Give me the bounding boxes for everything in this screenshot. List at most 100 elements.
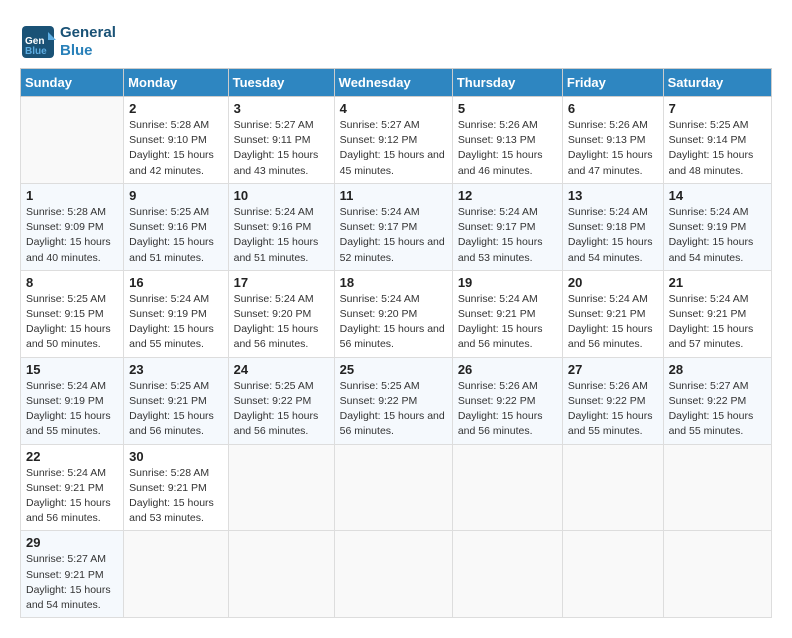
day-number: 1 — [26, 188, 118, 203]
calendar-cell: 6 Sunrise: 5:26 AMSunset: 9:13 PMDayligh… — [562, 97, 663, 184]
day-number: 27 — [568, 362, 658, 377]
calendar-cell: 23 Sunrise: 5:25 AMSunset: 9:21 PMDaylig… — [124, 357, 228, 444]
day-number: 11 — [340, 188, 447, 203]
day-number: 4 — [340, 101, 447, 116]
day-detail: Sunrise: 5:26 AMSunset: 9:22 PMDaylight:… — [458, 379, 557, 440]
calendar-cell: 29 Sunrise: 5:27 AMSunset: 9:21 PMDaylig… — [21, 531, 124, 618]
calendar-cell: 7 Sunrise: 5:25 AMSunset: 9:14 PMDayligh… — [663, 97, 771, 184]
logo-icon: Gen Blue — [20, 24, 56, 60]
day-detail: Sunrise: 5:24 AMSunset: 9:21 PMDaylight:… — [458, 292, 557, 353]
calendar-cell: 30 Sunrise: 5:28 AMSunset: 9:21 PMDaylig… — [124, 444, 228, 531]
day-number: 3 — [234, 101, 329, 116]
day-detail: Sunrise: 5:24 AMSunset: 9:19 PMDaylight:… — [669, 205, 766, 266]
day-number: 6 — [568, 101, 658, 116]
day-detail: Sunrise: 5:25 AMSunset: 9:15 PMDaylight:… — [26, 292, 118, 353]
col-tuesday: Tuesday — [228, 69, 334, 97]
calendar-cell — [452, 531, 562, 618]
calendar-cell: 24 Sunrise: 5:25 AMSunset: 9:22 PMDaylig… — [228, 357, 334, 444]
col-friday: Friday — [562, 69, 663, 97]
day-detail: Sunrise: 5:26 AMSunset: 9:22 PMDaylight:… — [568, 379, 658, 440]
day-number: 19 — [458, 275, 557, 290]
day-detail: Sunrise: 5:25 AMSunset: 9:16 PMDaylight:… — [129, 205, 222, 266]
day-detail: Sunrise: 5:24 AMSunset: 9:21 PMDaylight:… — [669, 292, 766, 353]
day-detail: Sunrise: 5:28 AMSunset: 9:10 PMDaylight:… — [129, 118, 222, 179]
calendar-cell: 26 Sunrise: 5:26 AMSunset: 9:22 PMDaylig… — [452, 357, 562, 444]
day-detail: Sunrise: 5:26 AMSunset: 9:13 PMDaylight:… — [458, 118, 557, 179]
calendar-cell: 3 Sunrise: 5:27 AMSunset: 9:11 PMDayligh… — [228, 97, 334, 184]
day-number: 29 — [26, 535, 118, 550]
calendar-cell — [452, 444, 562, 531]
day-detail: Sunrise: 5:25 AMSunset: 9:22 PMDaylight:… — [340, 379, 447, 440]
calendar-cell: 15 Sunrise: 5:24 AMSunset: 9:19 PMDaylig… — [21, 357, 124, 444]
day-number: 7 — [669, 101, 766, 116]
logo-text-line2: Blue — [60, 42, 116, 60]
calendar-cell: 27 Sunrise: 5:26 AMSunset: 9:22 PMDaylig… — [562, 357, 663, 444]
calendar-cell: 9 Sunrise: 5:25 AMSunset: 9:16 PMDayligh… — [124, 183, 228, 270]
calendar-cell: 2 Sunrise: 5:28 AMSunset: 9:10 PMDayligh… — [124, 97, 228, 184]
day-detail: Sunrise: 5:24 AMSunset: 9:17 PMDaylight:… — [340, 205, 447, 266]
calendar-cell — [124, 531, 228, 618]
day-number: 2 — [129, 101, 222, 116]
calendar-cell: 22 Sunrise: 5:24 AMSunset: 9:21 PMDaylig… — [21, 444, 124, 531]
day-detail: Sunrise: 5:28 AMSunset: 9:21 PMDaylight:… — [129, 466, 222, 527]
day-detail: Sunrise: 5:24 AMSunset: 9:19 PMDaylight:… — [26, 379, 118, 440]
day-detail: Sunrise: 5:27 AMSunset: 9:11 PMDaylight:… — [234, 118, 329, 179]
day-detail: Sunrise: 5:25 AMSunset: 9:14 PMDaylight:… — [669, 118, 766, 179]
day-number: 9 — [129, 188, 222, 203]
day-detail: Sunrise: 5:24 AMSunset: 9:17 PMDaylight:… — [458, 205, 557, 266]
calendar-cell: 14 Sunrise: 5:24 AMSunset: 9:19 PMDaylig… — [663, 183, 771, 270]
logo-text-line1: General — [60, 24, 116, 42]
day-number: 8 — [26, 275, 118, 290]
day-detail: Sunrise: 5:24 AMSunset: 9:16 PMDaylight:… — [234, 205, 329, 266]
day-detail: Sunrise: 5:28 AMSunset: 9:09 PMDaylight:… — [26, 205, 118, 266]
calendar-cell — [562, 444, 663, 531]
day-number: 16 — [129, 275, 222, 290]
day-number: 18 — [340, 275, 447, 290]
day-detail: Sunrise: 5:25 AMSunset: 9:21 PMDaylight:… — [129, 379, 222, 440]
calendar-cell: 12 Sunrise: 5:24 AMSunset: 9:17 PMDaylig… — [452, 183, 562, 270]
calendar-cell: 11 Sunrise: 5:24 AMSunset: 9:17 PMDaylig… — [334, 183, 452, 270]
day-number: 10 — [234, 188, 329, 203]
day-detail: Sunrise: 5:24 AMSunset: 9:21 PMDaylight:… — [26, 466, 118, 527]
calendar-cell — [334, 444, 452, 531]
day-number: 17 — [234, 275, 329, 290]
calendar-cell — [663, 531, 771, 618]
day-detail: Sunrise: 5:24 AMSunset: 9:19 PMDaylight:… — [129, 292, 222, 353]
calendar-cell: 28 Sunrise: 5:27 AMSunset: 9:22 PMDaylig… — [663, 357, 771, 444]
day-number: 22 — [26, 449, 118, 464]
calendar-table: Sunday Monday Tuesday Wednesday Thursday… — [20, 68, 772, 618]
day-detail: Sunrise: 5:24 AMSunset: 9:21 PMDaylight:… — [568, 292, 658, 353]
day-detail: Sunrise: 5:24 AMSunset: 9:20 PMDaylight:… — [340, 292, 447, 353]
day-number: 12 — [458, 188, 557, 203]
calendar-cell — [228, 444, 334, 531]
day-number: 26 — [458, 362, 557, 377]
col-monday: Monday — [124, 69, 228, 97]
col-sunday: Sunday — [21, 69, 124, 97]
day-number: 23 — [129, 362, 222, 377]
calendar-cell — [228, 531, 334, 618]
day-number: 30 — [129, 449, 222, 464]
day-detail: Sunrise: 5:27 AMSunset: 9:22 PMDaylight:… — [669, 379, 766, 440]
day-number: 25 — [340, 362, 447, 377]
calendar-cell: 4 Sunrise: 5:27 AMSunset: 9:12 PMDayligh… — [334, 97, 452, 184]
day-detail: Sunrise: 5:26 AMSunset: 9:13 PMDaylight:… — [568, 118, 658, 179]
logo: Gen Blue General Blue — [20, 20, 116, 60]
calendar-cell: 18 Sunrise: 5:24 AMSunset: 9:20 PMDaylig… — [334, 270, 452, 357]
calendar-cell — [334, 531, 452, 618]
calendar-cell: 13 Sunrise: 5:24 AMSunset: 9:18 PMDaylig… — [562, 183, 663, 270]
day-detail: Sunrise: 5:25 AMSunset: 9:22 PMDaylight:… — [234, 379, 329, 440]
day-number: 21 — [669, 275, 766, 290]
calendar-cell: 16 Sunrise: 5:24 AMSunset: 9:19 PMDaylig… — [124, 270, 228, 357]
calendar-cell: 25 Sunrise: 5:25 AMSunset: 9:22 PMDaylig… — [334, 357, 452, 444]
col-wednesday: Wednesday — [334, 69, 452, 97]
calendar-cell — [663, 444, 771, 531]
col-saturday: Saturday — [663, 69, 771, 97]
svg-text:Blue: Blue — [25, 46, 47, 57]
day-number: 20 — [568, 275, 658, 290]
calendar-cell: 10 Sunrise: 5:24 AMSunset: 9:16 PMDaylig… — [228, 183, 334, 270]
day-number: 28 — [669, 362, 766, 377]
day-number: 5 — [458, 101, 557, 116]
day-number: 15 — [26, 362, 118, 377]
day-detail: Sunrise: 5:24 AMSunset: 9:20 PMDaylight:… — [234, 292, 329, 353]
calendar-cell: 8 Sunrise: 5:25 AMSunset: 9:15 PMDayligh… — [21, 270, 124, 357]
